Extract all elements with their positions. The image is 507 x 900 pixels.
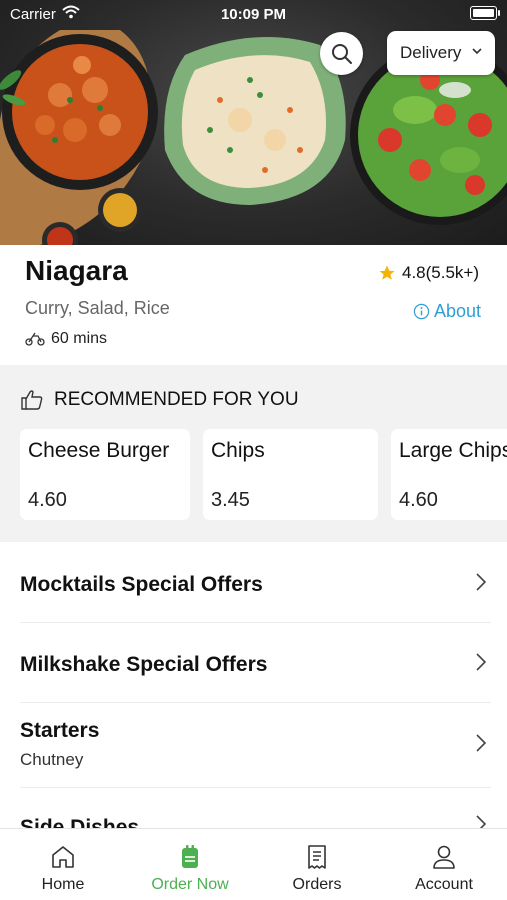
tab-label: Account bbox=[415, 876, 473, 893]
category-title: Mocktails Special Offers bbox=[20, 573, 263, 596]
item-name: Chips bbox=[211, 439, 265, 462]
thumbs-up-icon bbox=[21, 390, 43, 410]
menu-categories: Mocktails Special Offers Milkshake Speci… bbox=[0, 545, 507, 828]
chevron-right-icon bbox=[476, 653, 487, 671]
tab-account[interactable]: Account bbox=[381, 843, 507, 894]
delivery-time: 60 mins bbox=[25, 330, 107, 348]
recommended-item[interactable]: Chips 3.45 bbox=[203, 429, 378, 520]
category-title: Milkshake Special Offers bbox=[20, 653, 268, 676]
recommended-item[interactable]: Large Chips 4.60 bbox=[391, 429, 507, 520]
about-label: About bbox=[433, 301, 481, 321]
search-icon bbox=[331, 43, 352, 64]
hero-banner: Carrier 10:09 PM Delivery bbox=[0, 0, 507, 245]
recommended-carousel[interactable]: Cheese Burger 4.60 Chips 3.45 Large Chip… bbox=[20, 429, 507, 520]
person-icon bbox=[433, 845, 455, 869]
receipt-icon bbox=[308, 845, 326, 869]
chevron-right-icon bbox=[476, 734, 487, 752]
status-bar: Carrier 10:09 PM bbox=[0, 0, 507, 28]
recommended-title: RECOMMENDED FOR YOU bbox=[54, 389, 299, 410]
search-button[interactable] bbox=[320, 32, 363, 75]
rating-value: 4.8(5.5k+) bbox=[401, 263, 479, 282]
recommended-heading: RECOMMENDED FOR YOU bbox=[20, 389, 299, 411]
tab-home[interactable]: Home bbox=[0, 843, 126, 894]
item-price: 3.45 bbox=[211, 489, 250, 511]
tab-order-now[interactable]: Order Now bbox=[127, 843, 253, 894]
bottom-tab-bar: Home Order Now Orders Account bbox=[0, 828, 507, 900]
order-mode-label: Delivery bbox=[400, 43, 462, 62]
item-name: Cheese Burger bbox=[28, 439, 170, 462]
tab-label: Order Now bbox=[151, 876, 229, 893]
category-row[interactable]: Mocktails Special Offers bbox=[20, 545, 491, 623]
restaurant-name: Niagara bbox=[25, 255, 128, 286]
item-price: 4.60 bbox=[399, 489, 438, 511]
item-price: 4.60 bbox=[28, 489, 67, 511]
category-row[interactable]: Milkshake Special Offers bbox=[20, 623, 491, 703]
tab-label: Home bbox=[41, 876, 85, 893]
recommended-section: RECOMMENDED FOR YOU Cheese Burger 4.60 C… bbox=[0, 365, 507, 542]
clock: 10:09 PM bbox=[220, 6, 287, 23]
item-name: Large Chips bbox=[399, 439, 507, 462]
category-title: Side Dishes bbox=[20, 816, 140, 828]
about-link[interactable]: About bbox=[413, 301, 481, 322]
star-icon bbox=[379, 265, 395, 280]
chevron-down-icon bbox=[472, 48, 482, 55]
category-title: Starters bbox=[20, 719, 100, 742]
category-row[interactable]: Starters Chutney bbox=[20, 703, 491, 788]
tab-orders[interactable]: Orders bbox=[254, 843, 380, 894]
tab-label: Orders bbox=[292, 876, 342, 893]
home-icon bbox=[52, 846, 74, 868]
order-mode-dropdown[interactable]: Delivery bbox=[387, 31, 495, 75]
category-row[interactable]: Side Dishes bbox=[20, 788, 491, 828]
recommended-item[interactable]: Cheese Burger 4.60 bbox=[20, 429, 190, 520]
rating: 4.8(5.5k+) bbox=[378, 263, 479, 283]
battery-icon bbox=[470, 6, 497, 20]
info-icon bbox=[413, 303, 430, 320]
category-subtitle: Chutney bbox=[20, 750, 84, 769]
chevron-right-icon bbox=[476, 815, 487, 828]
chevron-right-icon bbox=[476, 573, 487, 591]
delivery-time-label: 60 mins bbox=[51, 330, 108, 347]
restaurant-cuisines: Curry, Salad, Rice bbox=[25, 298, 170, 318]
scooter-icon bbox=[25, 332, 45, 346]
order-bag-icon bbox=[182, 845, 198, 868]
battery-cap bbox=[498, 10, 500, 16]
